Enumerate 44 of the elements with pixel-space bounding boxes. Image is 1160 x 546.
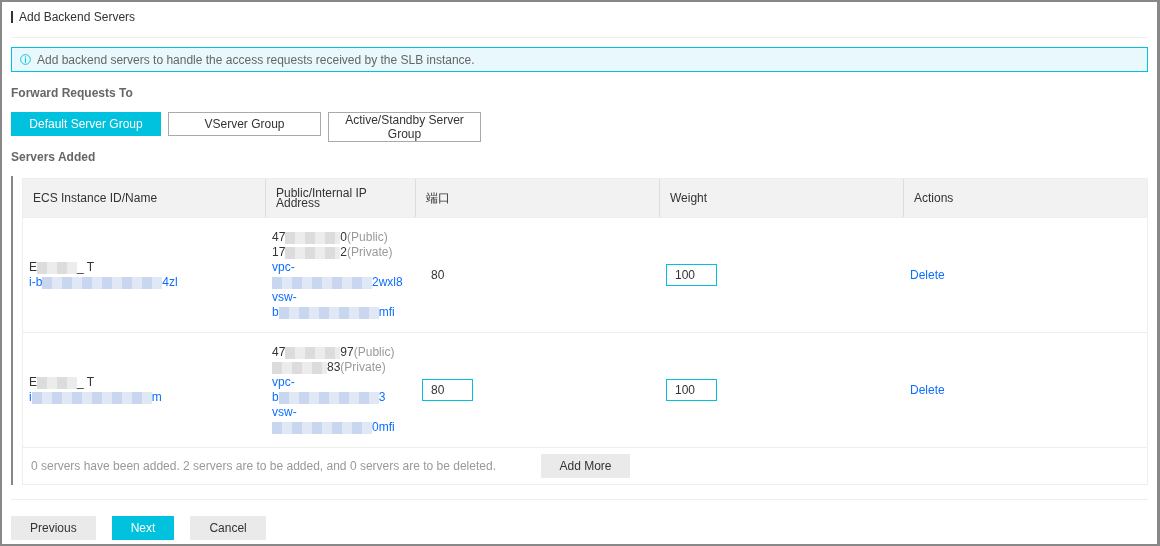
column-header: ECS Instance ID/Name — [33, 193, 158, 203]
network-link[interactable]: vsw- — [272, 290, 410, 305]
instance-name: E _ T — [29, 260, 96, 275]
delete-link[interactable]: Delete — [910, 382, 945, 398]
ip-address: 17 2(Private) — [272, 245, 394, 260]
port-value: 80 — [430, 267, 446, 283]
ip-type-label: (Private) — [347, 245, 393, 259]
footer-button[interactable]: Cancel — [190, 516, 266, 540]
summary-text: 0 servers have been added. 2 servers are to be added, and 0 servers are to be deleted. — [31, 458, 496, 475]
server-group-tab[interactable]: Active/Standby Server Group — [328, 112, 481, 142]
redaction-mark — [37, 261, 77, 274]
ip-address: 83(Private) — [272, 360, 410, 375]
ip-address: 47 97(Public) — [272, 345, 396, 360]
column-header: Public/Internal IP Address — [276, 188, 368, 208]
weight-input[interactable]: 100 — [666, 264, 717, 286]
page-title: Add Backend Servers — [11, 11, 1148, 23]
column-header: Actions — [914, 193, 954, 203]
ip-type-label: (Private) — [340, 360, 386, 374]
info-icon — [20, 54, 31, 65]
instance-name: E _ T — [29, 375, 96, 390]
ip-address: 47 0(Public) — [272, 230, 389, 245]
add-more-button[interactable]: Add More — [540, 454, 630, 478]
footer-button[interactable]: Previous — [11, 516, 96, 540]
instance-id-link[interactable]: i m — [29, 390, 260, 405]
network-link[interactable]: 2wxl8 — [272, 275, 410, 290]
section-label: Servers Added — [11, 149, 97, 166]
network-link[interactable]: b 3 — [272, 390, 410, 405]
delete-link[interactable]: Delete — [910, 267, 945, 283]
ip-type-label: (Public) — [347, 230, 388, 244]
weight-input[interactable]: 100 — [666, 379, 717, 401]
network-link[interactable]: b mfi — [272, 305, 410, 320]
network-link[interactable]: 0mfi — [272, 420, 410, 435]
instance-id-link[interactable]: i-b 4zl — [29, 275, 260, 290]
section-label: Forward Requests To — [11, 85, 134, 102]
network-link[interactable]: vsw- — [272, 405, 410, 420]
server-group-tab[interactable]: VServer Group — [168, 112, 321, 136]
info-text: Add backend servers to handle the access requests received by the SLB instance. — [37, 51, 475, 69]
column-header: Weight — [670, 193, 708, 203]
column-header: 端口 — [426, 193, 450, 203]
network-link[interactable]: vpc- — [272, 260, 410, 275]
ip-type-label: (Public) — [353, 345, 395, 359]
network-link[interactable]: vpc- — [272, 375, 410, 390]
port-input[interactable]: 80 — [422, 379, 473, 401]
redaction-mark — [37, 376, 77, 389]
